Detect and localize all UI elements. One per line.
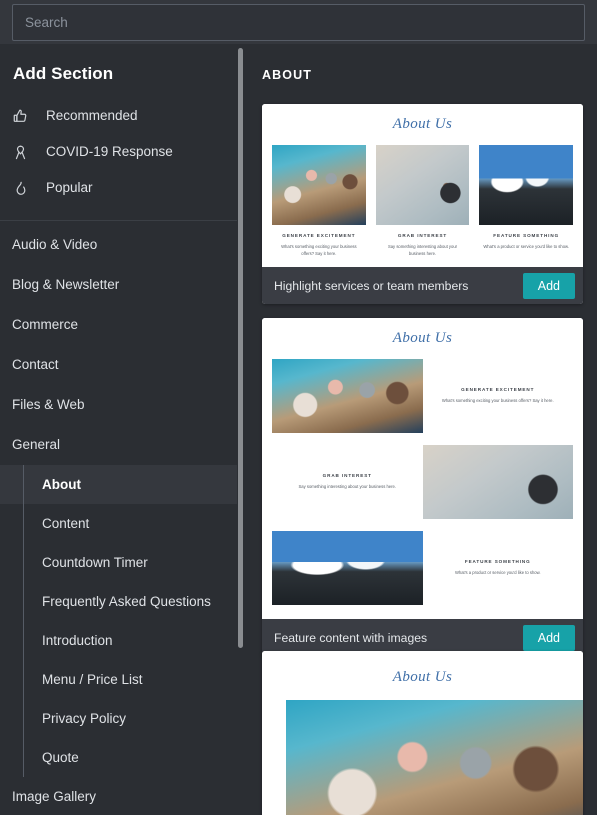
add-button[interactable]: Add [522,272,575,299]
row-heading: FEATURE SOMETHING [464,559,531,565]
sidebar-category-contact[interactable]: Contact [0,345,237,385]
sidebar-category-blog-newsletter[interactable]: Blog & Newsletter [0,265,237,305]
row-text-slot: GRAB INTEREST Say something interesting … [272,473,423,490]
row-heading: GENERATE EXCITEMENT [461,387,535,393]
column-body: What's a product or service you'd like t… [483,244,569,249]
preview-row: GRAB INTEREST Say something interesting … [272,445,573,519]
preview-column: FEATURE SOMETHING What's a product or se… [479,145,574,257]
team-meeting-photo [272,145,366,225]
section-card-about-alternating-rows[interactable]: About Us GENERATE EXCITEMENT What's some… [262,318,583,656]
card-preview: About Us GENERATE EXCITEMENT What's some… [262,104,583,268]
add-section-panel: Add Section Recommended COVID-19 Respons… [0,0,597,815]
column-heading: GRAB INTEREST [397,233,448,238]
ribbon-icon [12,141,38,163]
preview-title: About Us [392,116,453,132]
sidebar: Add Section Recommended COVID-19 Respons… [0,44,237,815]
card-footer: Highlight services or team members Add [262,267,583,305]
sidebar-scrollbar-thumb[interactable] [238,48,243,648]
row-image-slot [272,359,423,433]
card-preview: About Us [262,651,583,815]
card-footer-label: Feature content with images [274,630,428,645]
preview-row: GENERATE EXCITEMENT What's something exc… [272,359,573,433]
row-body: Say something interesting about your bus… [298,484,397,490]
preview-row: FEATURE SOMETHING What's a product or se… [272,531,573,605]
row-image-slot [272,531,423,605]
sidebar-subitem-privacy-policy[interactable]: Privacy Policy [0,699,237,738]
sidebar-subitem-menu-price-list[interactable]: Menu / Price List [0,660,237,699]
page-title: Add Section [13,64,114,83]
sidebar-category-commerce[interactable]: Commerce [0,305,237,345]
section-header: ABOUT [262,68,312,82]
column-heading: GENERATE EXCITEMENT [282,233,356,238]
preview-title: About Us [392,330,453,346]
sidebar-item-recommended[interactable]: Recommended [0,98,237,134]
sidebar-divider [0,220,237,221]
row-text-slot: GENERATE EXCITEMENT What's something exc… [423,387,574,404]
flame-icon [12,177,38,199]
city-skyline-photo [272,531,423,605]
sidebar-item-covid-19-response[interactable]: COVID-19 Response [0,134,237,170]
row-image-slot [422,445,573,519]
team-meeting-photo [272,359,423,433]
search-bar [0,0,597,44]
city-skyline-photo [479,145,574,225]
concrete-overhead-photo [375,145,470,225]
thumbs-up-icon [12,105,38,127]
sidebar-subitem-content[interactable]: Content [0,504,237,543]
section-card-about-hero-image[interactable]: About Us [262,651,583,815]
search-input[interactable] [12,4,585,41]
sidebar-item-label: Recommended [46,108,138,124]
sidebar-item-label: Popular [46,180,93,196]
sidebar-subitem-about[interactable]: About [0,465,237,504]
add-button[interactable]: Add [522,624,575,651]
column-body: What's something exciting your business … [281,244,357,257]
row-text-slot: FEATURE SOMETHING What's a product or se… [423,559,574,576]
row-heading: GRAB INTEREST [322,473,372,479]
sidebar-subitem-quote[interactable]: Quote [0,738,237,777]
sidebar-category-files-web[interactable]: Files & Web [0,385,237,425]
section-list-panel: ABOUT About Us GENERATE EXCITEMENT What'… [245,44,597,815]
section-card-about-three-column[interactable]: About Us GENERATE EXCITEMENT What's some… [262,104,583,305]
card-footer-label: Highlight services or team members [274,278,469,293]
team-meeting-photo [286,700,583,815]
concrete-overhead-photo [422,445,573,519]
card-preview: About Us GENERATE EXCITEMENT What's some… [262,318,583,619]
sidebar-category-audio-video[interactable]: Audio & Video [0,225,237,265]
row-body: What's something exciting your business … [441,398,554,404]
sidebar-subitem-introduction[interactable]: Introduction [0,621,237,660]
preview-title: About Us [392,669,453,685]
sidebar-subitem-countdown-timer[interactable]: Countdown Timer [0,543,237,582]
sidebar-category-general[interactable]: General [0,425,237,465]
sidebar-item-label: COVID-19 Response [46,144,173,160]
sidebar-category-image-gallery[interactable]: Image Gallery [0,777,237,815]
preview-column: GENERATE EXCITEMENT What's something exc… [272,145,366,257]
row-body: What's a product or service you'd like t… [454,570,541,576]
sidebar-subitem-frequently-asked-questions[interactable]: Frequently Asked Questions [0,582,237,621]
sidebar-item-popular[interactable]: Popular [0,170,237,206]
preview-column: GRAB INTEREST Say something interesting … [375,145,470,257]
column-heading: FEATURE SOMETHING [493,233,560,238]
column-body: Say something interesting about your bus… [387,244,458,257]
sidebar-subitem-group-general: About Content Countdown Timer Frequently… [0,465,237,777]
